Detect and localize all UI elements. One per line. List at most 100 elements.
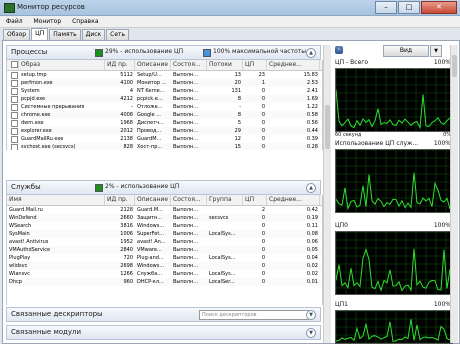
process-state: Выполн... xyxy=(173,136,198,142)
handles-header[interactable]: Связанные дескрипторы Поиск дескрипторов… xyxy=(6,307,321,322)
table-row[interactable]: wlidsvc 2698 Windows... Выполн... 0 0.02 xyxy=(7,262,322,270)
tab-overview[interactable]: Обзор xyxy=(3,29,31,40)
collapse-services-icon[interactable]: ▲ xyxy=(306,183,316,193)
table-row[interactable]: SysMain 1006 SuperFet... Выполн... LocalSys.… xyxy=(7,230,322,238)
svc-col-cpu[interactable]: ЦП xyxy=(243,195,267,205)
process-description: GuardM... xyxy=(137,136,162,142)
close-button[interactable]: ✕ xyxy=(421,1,457,14)
process-image: GuardMailRu.exe xyxy=(21,136,64,142)
service-pid: 3816 xyxy=(120,223,133,229)
process-cpu: 0 xyxy=(261,120,265,126)
row-checkbox[interactable] xyxy=(7,71,19,79)
table-row[interactable]: avast! Antivirus 1952 avast! An... Выполн..… xyxy=(7,238,322,246)
left-scrollbar-thumb[interactable] xyxy=(325,105,330,149)
table-row[interactable]: Dhcp 960 DHCP-кл... Выполн... LocalSer... 0 0.… xyxy=(7,278,322,286)
service-average: 0.01 xyxy=(306,279,318,285)
services-table: Имя ИД пр. Описание Состоя... Группа ЦП … xyxy=(6,195,323,305)
processes-usage: 29% - использование ЦП xyxy=(105,48,184,55)
services-cpu-indicator xyxy=(95,184,103,192)
view-dropdown-arrow-icon[interactable]: ▼ xyxy=(430,45,442,57)
services-header[interactable]: Службы 2% - использование ЦП ▲ xyxy=(6,180,321,195)
graphs-scrollbar[interactable] xyxy=(450,45,458,343)
process-average: 0.39 xyxy=(306,136,318,142)
svc-col-pid[interactable]: ИД пр. xyxy=(105,195,135,205)
minimize-button[interactable]: – xyxy=(375,1,397,14)
process-cpu: 0 xyxy=(261,112,265,118)
services-table-header: Имя ИД пр. Описание Состоя... Группа ЦП … xyxy=(7,195,322,206)
tab-network[interactable]: Сеть xyxy=(106,29,130,40)
process-pid: - xyxy=(131,104,133,110)
menu-monitor[interactable]: Монитор xyxy=(34,18,62,25)
service-description: Windows... xyxy=(137,263,165,269)
tab-cpu[interactable]: ЦП xyxy=(31,28,49,40)
row-checkbox[interactable] xyxy=(7,143,19,150)
col-state[interactable]: Состоя... xyxy=(171,60,207,70)
table-row[interactable]: Guard.Mail.ru 2128 Guard.M... Выполн... 2 0.4… xyxy=(7,206,322,214)
service-average: 0.08 xyxy=(306,231,318,237)
table-row[interactable]: chrome.exe 4008 Google ... Выполн... 8 0 0.58 xyxy=(7,111,322,119)
tab-disk[interactable]: Диск xyxy=(81,29,106,40)
row-checkbox[interactable] xyxy=(7,127,19,135)
view-button[interactable]: Вид xyxy=(383,45,429,57)
service-name: Wlansvc xyxy=(9,271,30,277)
tab-memory[interactable]: Память xyxy=(49,29,81,40)
handles-search-input[interactable]: Поиск дескрипторов xyxy=(199,310,309,320)
table-row[interactable]: dwm.exe 1968 Диспетч... Выполн... 5 0 0.56 xyxy=(7,119,322,127)
col-cpu[interactable]: ЦП xyxy=(243,60,267,70)
process-threads: 131 xyxy=(231,88,241,94)
table-row[interactable]: GuardMailRu.exe 2138 GuardM... Выполн... 12 0… xyxy=(7,135,322,143)
col-average[interactable]: Среднее... xyxy=(267,60,320,70)
table-row[interactable]: pcpjd.exe 4212 pcpick.e... Выполн... 8 0 1.69 xyxy=(7,95,322,103)
menu-help[interactable]: Справка xyxy=(72,18,98,25)
service-cpu: 0 xyxy=(261,271,265,277)
row-checkbox[interactable] xyxy=(7,119,19,127)
row-checkbox[interactable] xyxy=(7,87,19,95)
process-state: Выполн... xyxy=(173,112,198,118)
table-row[interactable]: perfmon.exe 4100 Монитор ... Выполн... 20 1 2.… xyxy=(7,79,322,87)
table-row[interactable]: Системные прерывания - Отложе... Выполн... -… xyxy=(7,103,322,111)
row-checkbox[interactable] xyxy=(7,79,19,87)
process-threads: 29 xyxy=(234,128,241,134)
processes-header[interactable]: Процессы 29% - использование ЦП 100% мак… xyxy=(6,45,321,60)
col-description[interactable]: Описание xyxy=(135,60,171,70)
row-checkbox[interactable] xyxy=(7,103,19,111)
svc-col-average[interactable]: Среднее... xyxy=(267,195,320,205)
process-image: Системные прерывания xyxy=(21,104,85,110)
process-threads: 8 xyxy=(237,96,241,102)
graph-cpu-total-label: ЦП - Всего 100% xyxy=(335,59,451,66)
col-pid[interactable]: ИД пр. xyxy=(105,60,135,70)
service-pid: 720 xyxy=(123,255,133,261)
table-row[interactable]: svchost.exe (secsvcs) 828 Хост-пр... Выполн… xyxy=(7,143,322,150)
process-description: Setup/U... xyxy=(137,72,162,78)
row-checkbox[interactable] xyxy=(7,95,19,103)
col-threads[interactable]: Потоки xyxy=(207,60,243,70)
left-pane-scrollbar[interactable] xyxy=(323,45,331,343)
table-row[interactable]: setup.tmp 5112 Setup/U... Выполн... 13 23 15.8… xyxy=(7,71,322,79)
row-checkbox[interactable] xyxy=(7,135,19,143)
row-checkbox[interactable] xyxy=(7,111,19,119)
svc-col-group[interactable]: Группа xyxy=(207,195,243,205)
expand-handles-icon[interactable]: ▼ xyxy=(306,310,316,320)
svc-col-name[interactable]: Имя xyxy=(7,195,105,205)
table-row[interactable]: PlugPlay 720 Plug-and... Выполн... LocalSys.… xyxy=(7,254,322,262)
maximize-button[interactable]: □ xyxy=(398,1,420,14)
expand-modules-icon[interactable]: ▼ xyxy=(306,328,316,338)
select-all-checkbox[interactable] xyxy=(7,60,19,70)
table-row[interactable]: explorer.exe 2012 Провод... Выполн... 29 0 0.4… xyxy=(7,127,322,135)
service-state: Выполн... xyxy=(173,239,198,245)
process-pid: 4212 xyxy=(120,96,133,102)
table-row[interactable]: System 4 NT Kerne... Выполн... 131 0 2.41 xyxy=(7,87,322,95)
graphs-scrollbar-thumb[interactable] xyxy=(452,55,457,77)
col-image[interactable]: Образ xyxy=(19,60,105,70)
modules-header[interactable]: Связанные модули ▼ xyxy=(6,325,321,340)
table-row[interactable]: Wlansvc 1266 Служба... Выполн... LocalSys...… xyxy=(7,270,322,278)
table-row[interactable]: WinDefend 2660 Защитн... Выполн... secsvcs 0 0… xyxy=(7,214,322,222)
collapse-graphs-icon[interactable]: › xyxy=(335,46,343,54)
svc-col-description[interactable]: Описание xyxy=(135,195,171,205)
svc-col-state[interactable]: Состоя... xyxy=(171,195,207,205)
menu-file[interactable]: Файл xyxy=(6,18,23,25)
table-row[interactable]: VMAuthdService 2840 VMware... Выполн... 0 0.0… xyxy=(7,246,322,254)
table-row[interactable]: WSearch 3816 Windows... Выполн... 0 0.11 xyxy=(7,222,322,230)
service-state: Выполн... xyxy=(173,215,198,221)
collapse-processes-icon[interactable]: ▲ xyxy=(306,48,316,58)
